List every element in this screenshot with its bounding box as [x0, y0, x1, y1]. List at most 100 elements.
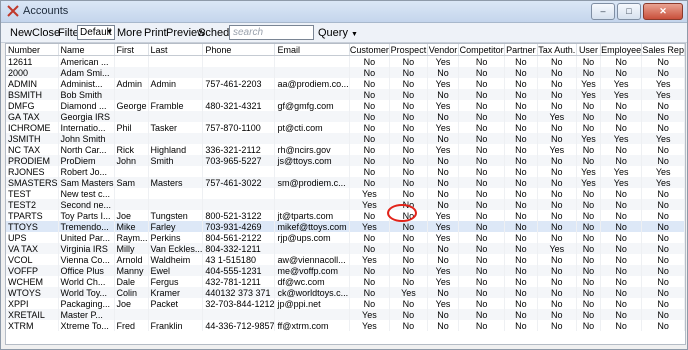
- table-cell: No: [504, 210, 538, 221]
- filter-select[interactable]: Default ▼: [77, 25, 115, 40]
- column-header[interactable]: Email: [274, 44, 350, 56]
- table-cell: Yes: [427, 221, 460, 232]
- table-cell: Yes: [427, 298, 460, 309]
- maximize-icon[interactable]: □: [617, 3, 641, 20]
- table-cell: No: [504, 243, 538, 254]
- table-cell: No: [349, 232, 391, 243]
- table-cell: No: [389, 155, 428, 166]
- table-cell: No: [576, 320, 601, 331]
- table-cell: [274, 309, 350, 320]
- table-cell: No: [427, 287, 460, 298]
- table-row[interactable]: WCHEM World Ch... Dale Fergus 432-781-1211 df…: [6, 276, 685, 287]
- table-cell: [202, 111, 276, 122]
- table-row[interactable]: TEST New test c... Yes No No No No No No No No: [6, 188, 685, 199]
- column-header[interactable]: Prospect: [389, 44, 428, 56]
- table-cell: No: [641, 232, 685, 243]
- search-input[interactable]: search: [229, 25, 314, 40]
- table-cell: Yes: [389, 287, 428, 298]
- table-row[interactable]: ADMIN Administ... Admin Admin 757-461-2203 aa…: [6, 78, 685, 89]
- table-cell: Joe: [114, 298, 149, 309]
- table-cell: No: [576, 243, 601, 254]
- table-cell: 44-336-712-9857: [202, 320, 276, 331]
- table-cell: No: [458, 177, 506, 188]
- table-cell: Tremendo...: [58, 221, 115, 232]
- table-row[interactable]: SMASTERS Sam Masters Sam Masters 757-461-302…: [6, 177, 685, 188]
- table-row[interactable]: VOFFP Office Plus Manny Ewel 404-555-1231 me@…: [6, 265, 685, 276]
- table-row[interactable]: GA TAX Georgia IRS No No No No No Yes No No No: [6, 111, 685, 122]
- column-header[interactable]: Name: [58, 44, 115, 56]
- table-row[interactable]: VA TAX Virginia IRS Milly Van Eckles... 804-…: [6, 243, 685, 254]
- column-header[interactable]: Competitor: [458, 44, 506, 56]
- column-header[interactable]: Number: [6, 44, 59, 56]
- table-cell: No: [349, 122, 391, 133]
- table-row[interactable]: PRODIEM ProDiem John Smith 703-965-5227 js@tt…: [6, 155, 685, 166]
- close-icon[interactable]: ✕: [643, 3, 683, 20]
- table-cell: Yes: [641, 89, 685, 100]
- table-cell: No: [349, 155, 391, 166]
- column-header[interactable]: Sales Rep: [641, 44, 685, 56]
- table-cell: Robert Jo...: [58, 166, 115, 177]
- table-cell: No: [504, 221, 538, 232]
- table-cell: No: [641, 122, 685, 133]
- column-header[interactable]: Customer: [349, 44, 391, 56]
- table-cell: TTOYS: [6, 221, 59, 232]
- table-cell: No: [600, 309, 643, 320]
- table-row[interactable]: VCOL Vienna Co... Arnold Waldheim 43 1-51518…: [6, 254, 685, 265]
- title-bar[interactable]: Accounts – □ ✕: [1, 1, 687, 23]
- table-row[interactable]: XPPI Packaging... Joe Packet 32-703-844-1212…: [6, 298, 685, 309]
- table-cell: [114, 55, 149, 67]
- table-row[interactable]: TPARTS Toy Parts I... Joe Tungsten 800-521-3…: [6, 210, 685, 221]
- table-cell: No: [576, 67, 601, 78]
- table-cell: No: [504, 254, 538, 265]
- table-row[interactable]: WTOYS World Toy... Colin Kramer 440132 373 3…: [6, 287, 685, 298]
- table-row[interactable]: TEST2 Second ne... Yes No No No No No No No No: [6, 199, 685, 210]
- table-cell: No: [389, 144, 428, 155]
- table-cell: No: [349, 287, 391, 298]
- accounts-grid[interactable]: Number Name First Last Phone Email Customer Pro…: [5, 43, 686, 345]
- table-cell: Master P...: [58, 309, 115, 320]
- table-row[interactable]: XRETAIL Master P... Yes No No No No No No No No: [6, 309, 685, 320]
- table-cell: [202, 166, 276, 177]
- column-header[interactable]: Phone: [202, 44, 276, 56]
- table-cell: VCOL: [6, 254, 59, 265]
- column-header[interactable]: Employee: [600, 44, 643, 56]
- table-cell: [202, 55, 276, 67]
- table-cell: No: [427, 188, 460, 199]
- table-cell: No: [389, 276, 428, 287]
- table-row[interactable]: BSMITH Bob Smith No No No No No No Yes Yes Yes: [6, 89, 685, 100]
- column-header[interactable]: First: [114, 44, 149, 56]
- table-row[interactable]: 12611 American ... No No Yes No No No No No No: [6, 55, 685, 67]
- column-header[interactable]: Tax Auth.: [537, 44, 577, 56]
- table-cell: No: [349, 100, 391, 111]
- table-cell: Joe: [114, 210, 149, 221]
- table-row[interactable]: XTRM Xtreme To... Fred Franklin 44-336-712-9…: [6, 320, 685, 331]
- table-row[interactable]: JSMITH John Smith No No No No No No Yes Yes Yes: [6, 133, 685, 144]
- table-cell: jt@tparts.com: [274, 210, 350, 221]
- column-header[interactable]: Vendor: [427, 44, 460, 56]
- table-row[interactable]: DMFG Diamond ... George Framble 480-321-4321…: [6, 100, 685, 111]
- column-header[interactable]: Partner: [504, 44, 538, 56]
- table-row[interactable]: RJONES Robert Jo... No No No No No No Yes Yes Yes: [6, 166, 685, 177]
- table-cell: Framble: [148, 100, 204, 111]
- table-cell: No: [458, 309, 506, 320]
- table-row[interactable]: ICHROME Internatio... Phil Tasker 757-870-11…: [6, 122, 685, 133]
- table-row[interactable]: TTOYS Tremendo... Mike Farley 703-931-4269 mi…: [6, 221, 685, 232]
- table-cell: Yes: [576, 133, 601, 144]
- minimize-icon[interactable]: –: [591, 3, 615, 20]
- table-cell: No: [504, 122, 538, 133]
- table-cell: [274, 89, 350, 100]
- table-cell: No: [641, 320, 685, 331]
- table-cell: No: [600, 155, 643, 166]
- table-cell: Rick: [114, 144, 149, 155]
- table-cell: No: [458, 298, 506, 309]
- table-cell: No: [504, 133, 538, 144]
- table-cell: No: [600, 276, 643, 287]
- table-cell: No: [576, 144, 601, 155]
- column-header[interactable]: User: [576, 44, 601, 56]
- chevron-down-icon: ▼: [351, 31, 358, 38]
- table-row[interactable]: UPS United Par... Raym... Perkins 804-561-21…: [6, 232, 685, 243]
- table-row[interactable]: NC TAX North Car... Rick Highland 336-321-21…: [6, 144, 685, 155]
- column-header[interactable]: Last: [148, 44, 204, 56]
- query-button[interactable]: Query ▼: [315, 26, 361, 40]
- table-row[interactable]: 2000 Adam Smi... No No No No No No No No No: [6, 67, 685, 78]
